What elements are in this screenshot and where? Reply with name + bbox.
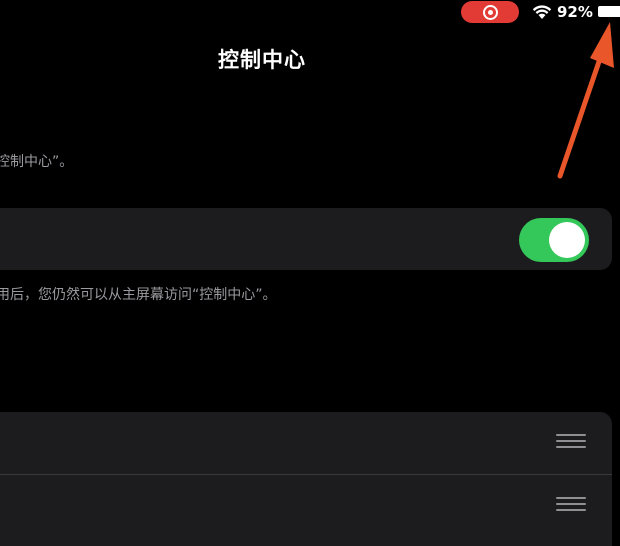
- recording-dot: [488, 10, 493, 15]
- toggle-knob: [549, 222, 585, 258]
- section-description: 控制中心”。: [0, 154, 74, 170]
- page-title: 控制中心: [218, 48, 306, 72]
- controls-list: [0, 412, 612, 546]
- reorder-icon[interactable]: [556, 497, 586, 513]
- control-center-settings-screen: 92% 控制中心 控制中心”。 用后，您仍然可以从主屏幕访问“控制中心”。: [0, 0, 620, 546]
- reorder-icon[interactable]: [556, 434, 586, 450]
- section-footer: 用后，您仍然可以从主屏幕访问“控制中心”。: [0, 287, 277, 303]
- list-item[interactable]: [0, 412, 612, 474]
- list-item[interactable]: [0, 474, 612, 537]
- annotation-arrow-icon: [557, 22, 614, 179]
- wifi-icon: [532, 5, 552, 19]
